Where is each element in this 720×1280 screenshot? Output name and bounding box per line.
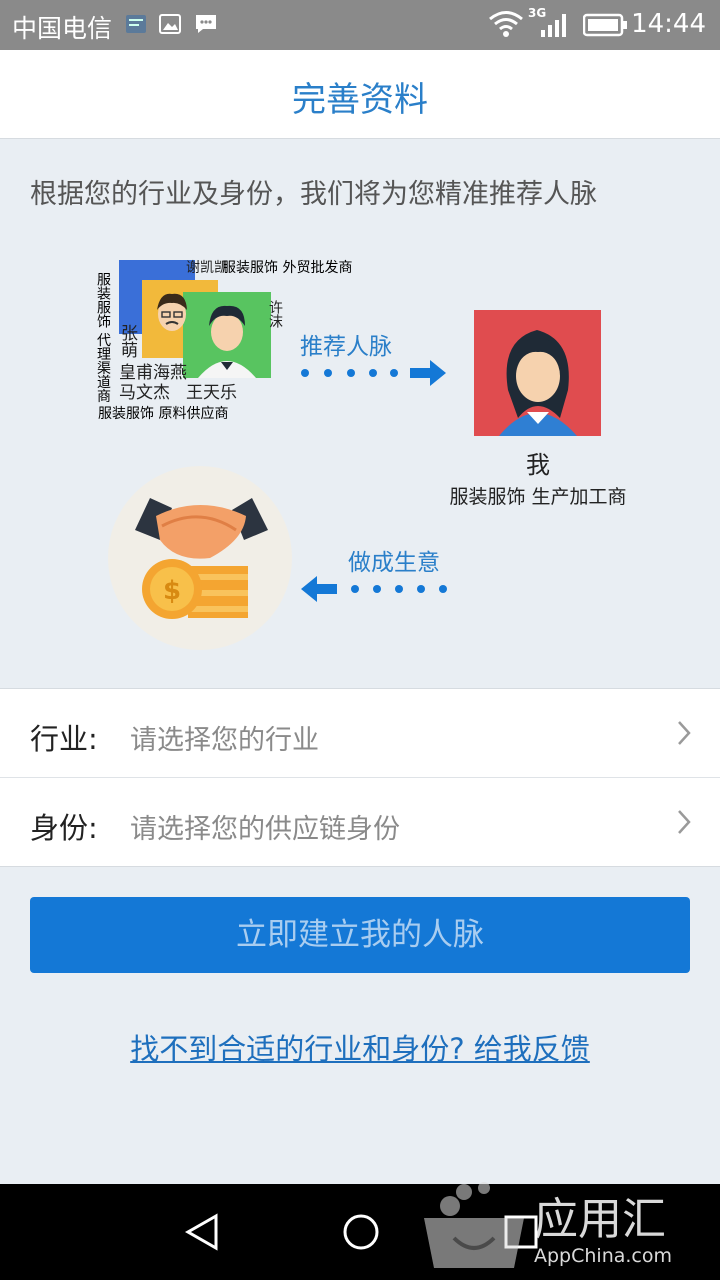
recommend-label: 推荐人脉 <box>300 334 392 360</box>
title-bar: 完善资料 <box>0 50 720 139</box>
recommendation-illustration: 服装服饰 代理渠道商 张萌 皇甫海燕 马文杰 王天乐 服装服饰 原料供应商 谢凯… <box>95 260 627 650</box>
clock: 14:44 <box>631 9 706 39</box>
contact-tag-mawenjie: 服装服饰 原料供应商 <box>98 405 228 422</box>
back-icon[interactable] <box>182 1212 222 1252</box>
build-network-button[interactable]: 立即建立我的人脉 <box>30 897 690 973</box>
wifi-icon <box>489 11 523 37</box>
contact-tag-xiekaikai: 服装服饰 外贸批发商 <box>222 260 352 276</box>
recommend-arrow <box>301 360 446 386</box>
carrier-label: 中国电信 <box>12 14 113 43</box>
contact-tag-zhangmeng: 服装服饰 代理渠道商 <box>95 272 111 403</box>
signal-icon <box>541 14 566 37</box>
home-icon[interactable] <box>341 1212 381 1252</box>
watermark-brand: 应用汇 <box>534 1194 666 1245</box>
my-avatar <box>474 310 601 436</box>
contact-name-mawenjie: 马文杰 <box>119 383 170 403</box>
build-network-button-label: 立即建立我的人脉 <box>236 917 484 953</box>
contact-name-huangfu: 皇甫海燕 <box>119 363 187 383</box>
appchina-watermark: 应用汇 AppChina.com <box>424 1182 672 1268</box>
feedback-link[interactable]: 找不到合适的行业和身份? 给我反馈 <box>0 1026 720 1068</box>
watermark-site: AppChina.com <box>534 1245 672 1267</box>
identity-label: 身份: <box>30 811 98 845</box>
message-icon <box>196 15 216 33</box>
page-title: 完善资料 <box>292 80 428 120</box>
deal-arrow <box>301 576 447 602</box>
industry-label: 行业: <box>30 722 98 756</box>
chevron-right-icon <box>678 721 691 745</box>
contact-name-wangtianle: 王天乐 <box>186 383 237 403</box>
svg-text:$: $ <box>163 576 181 606</box>
battery-icon <box>583 13 627 37</box>
intro-text: 根据您的行业及身份，我们将为您精准推荐人脉 <box>30 179 597 210</box>
industry-selector[interactable]: 行业: 请选择您的行业 <box>0 689 720 778</box>
chevron-right-icon <box>678 810 691 834</box>
identity-placeholder: 请选择您的供应链身份 <box>130 814 400 845</box>
image-icon <box>159 14 181 34</box>
deal-label: 做成生意 <box>348 550 440 576</box>
contact-card-mawenjie <box>183 292 271 378</box>
my-name: 我 <box>526 451 550 479</box>
status-bar: 中国电信 3G 14:44 <box>0 0 720 50</box>
identity-selector[interactable]: 身份: 请选择您的供应链身份 <box>0 778 720 866</box>
profile-form: 行业: 请选择您的行业 身份: 请选择您的供应链身份 <box>0 688 720 867</box>
appchina-logo-icon <box>424 1182 524 1268</box>
contact-name-zhangmeng: 张萌 <box>117 324 137 359</box>
industry-placeholder: 请选择您的行业 <box>130 725 319 756</box>
my-tag: 服装服饰 生产加工商 <box>449 486 626 508</box>
notification-icon <box>126 15 146 33</box>
handshake-icon: $ <box>108 466 292 650</box>
contact-name-xumo: 许沫 <box>267 300 283 328</box>
